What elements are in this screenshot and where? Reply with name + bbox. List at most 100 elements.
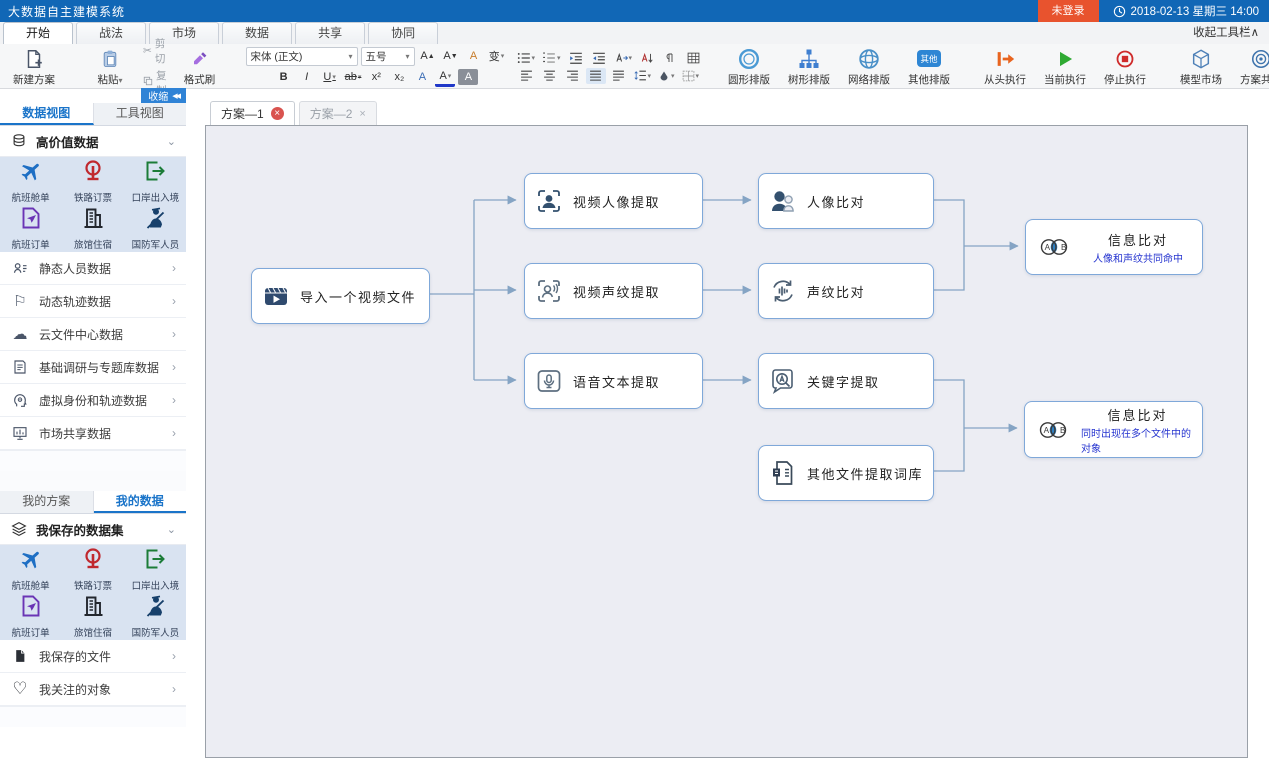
my-saved-files[interactable]: 我保存的文件 › [0,640,186,673]
category-static-persons[interactable]: 静态人员数据 › [0,252,186,285]
doc-tab-plan-2[interactable]: 方案—2 × [299,101,377,125]
menu-tab-collab[interactable]: 协同 [368,22,438,44]
tab-data-view[interactable]: 数据视图 [0,103,94,125]
menu-tab-tactics[interactable]: 战法 [76,22,146,44]
superscript-button[interactable]: x² [366,69,386,85]
tile-border-entry-exit[interactable]: 口岸出入境 [125,546,186,592]
line-spacing-button[interactable]: ▾ [632,68,654,84]
char-scale-button[interactable]: ▾ [612,50,635,66]
close-tab-icon[interactable]: × [271,107,284,120]
run-from-start-button[interactable]: 从头执行 [975,46,1035,88]
node-info-compare-face-voice[interactable]: AB 信息比对 人像和声纹共同命中 [1025,219,1203,275]
outdent-button[interactable] [566,50,586,66]
tile-flight-order[interactable]: 航班订单 [0,205,61,251]
align-center-button[interactable] [540,68,560,84]
text-effects-button[interactable]: A [464,48,484,64]
align-justify-button[interactable] [586,68,606,84]
font-color-button[interactable]: A▾ [435,68,455,87]
collapse-toolbar-button[interactable]: 收起工具栏∧ [1193,23,1259,44]
font-size-select[interactable]: 五号 ▾ [361,47,415,66]
insert-table-button[interactable] [683,50,703,66]
tile-flight-order[interactable]: 航班订单 [0,593,61,639]
char-border-button[interactable]: A [412,69,432,85]
node-keyword-extract[interactable]: 关键字提取 [758,353,934,409]
cut-button[interactable]: ✂ 剪切 [140,36,170,66]
stop-icon [1115,47,1135,71]
tree-layout-button[interactable]: 树形排版 [779,46,839,88]
category-dynamic-tracks[interactable]: ⚐ 动态轨迹数据 › [0,285,186,318]
change-case-button[interactable]: 变▾ [487,48,507,64]
flow-canvas[interactable]: 导入一个视频文件 视频人像提取 视频声纹提取 语音文本提取 人像比对 声纹比对 [205,125,1248,758]
align-left-button[interactable] [517,68,537,84]
sort-button[interactable] [637,50,657,66]
tile-military-personnel[interactable]: 国防军人员 [125,205,186,251]
bullet-list-button[interactable]: ▾ [515,50,538,66]
node-face-compare[interactable]: 人像比对 [758,173,934,229]
tile-rail-ticket[interactable]: 铁路订票 [62,158,123,204]
shrink-font-button[interactable]: A▼ [441,48,461,64]
numbered-list-button[interactable]: ▾ [540,50,563,66]
category-market-shared[interactable]: 市场共享数据 › [0,417,186,450]
borders-button[interactable]: ▾ [680,68,702,84]
plan-share-button[interactable]: 方案共享 [1231,46,1269,88]
menu-tab-data[interactable]: 数据 [222,22,292,44]
category-virtual-identity[interactable]: 虚拟身份和轨迹数据 › [0,384,186,417]
shading-button[interactable]: ▾ [656,68,677,84]
grow-font-button[interactable]: A▲ [418,48,438,64]
underline-button[interactable]: U▾ [320,69,340,85]
highlight-button[interactable]: A [458,69,478,85]
tab-my-data[interactable]: 我的数据 [94,491,187,513]
tile-hotel-stay[interactable]: 旅馆住宿 [62,593,123,639]
tab-tool-view[interactable]: 工具视图 [94,103,187,125]
tile-border-entry-exit[interactable]: 口岸出入境 [125,158,186,204]
sidebar-collapse-button[interactable]: 收缩 ◀◀ [141,88,186,103]
italic-button[interactable]: I [297,69,317,85]
menu-tab-start[interactable]: 开始 [3,22,73,45]
new-document-icon [23,47,45,71]
align-distribute-button[interactable] [609,68,629,84]
tile-hotel-stay[interactable]: 旅馆住宿 [62,205,123,251]
format-painter-button[interactable]: 格式刷 [170,46,230,88]
my-followed-objects[interactable]: ♡ 我关注的对象 › [0,673,186,706]
run-current-button[interactable]: 当前执行 [1035,46,1095,88]
tile-rail-ticket[interactable]: 铁路订票 [62,546,123,592]
strikethrough-button[interactable]: ab▾ [343,69,364,85]
file-icon [10,648,30,664]
datetime-label: 2018-02-13 星期三 14:00 [1131,3,1260,19]
indent-button[interactable] [589,50,609,66]
node-info-compare-multifile[interactable]: AB 信息比对 同时出现在多个文件中的对象 [1024,401,1203,458]
tile-flight-manifest[interactable]: 航班舱单 [0,158,61,204]
node-voiceprint-compare[interactable]: 声纹比对 [758,263,934,319]
category-research-library[interactable]: 基础调研与专题库数据 › [0,351,186,384]
node-speech-to-text[interactable]: 语音文本提取 [524,353,703,409]
network-layout-button[interactable]: 网络排版 [839,46,899,88]
node-other-files-lexicon[interactable]: 其他文件提取词库 [758,445,934,501]
stop-execution-button[interactable]: 停止执行 [1095,46,1155,88]
bold-button[interactable]: B [274,69,294,85]
paste-button[interactable]: 粘贴▾ [80,46,140,88]
login-status-badge[interactable]: 未登录 [1038,0,1099,22]
model-market-button[interactable]: 模型市场 [1171,46,1231,88]
font-family-select[interactable]: 宋体 (正文) ▾ [246,47,358,66]
doc-tab-plan-1[interactable]: 方案—1 × [210,101,295,125]
node-video-voiceprint-extract[interactable]: 视频声纹提取 [524,263,703,319]
section-saved-datasets[interactable]: 我保存的数据集 ⌄ [0,514,186,545]
close-tab-icon[interactable]: × [359,108,365,120]
panel-end [0,450,186,471]
align-right-button[interactable] [563,68,583,84]
tile-military-personnel[interactable]: 国防军人员 [125,593,186,639]
other-layout-button[interactable]: 其他 其他排版 [899,46,959,88]
tab-my-plans[interactable]: 我的方案 [0,491,94,513]
circle-layout-button[interactable]: 圆形排版 [719,46,779,88]
new-plan-button[interactable]: 新建方案 [4,46,64,88]
section-high-value-data[interactable]: 高价值数据 ⌄ [0,126,186,157]
subscript-button[interactable]: x₂ [389,69,409,85]
node-import-video-file[interactable]: 导入一个视频文件 [251,268,430,324]
person-card-icon [10,260,30,277]
node-video-face-extract[interactable]: 视频人像提取 [524,173,703,229]
category-cloud-files[interactable]: ☁ 云文件中心数据 › [0,318,186,351]
show-marks-button[interactable] [660,50,680,66]
menu-tab-share[interactable]: 共享 [295,22,365,44]
tile-flight-manifest[interactable]: 航班舱单 [0,546,61,592]
saved-tile-grid: 航班舱单 铁路订票 口岸出入境 航班订单 旅馆住宿 国防军人员 [0,545,186,640]
